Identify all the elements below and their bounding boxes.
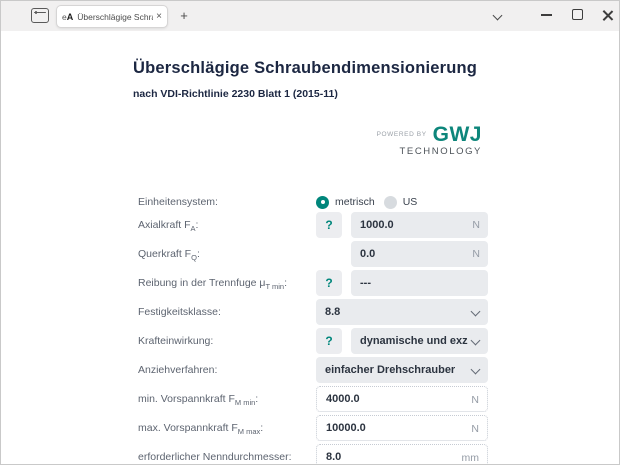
chevron-down-icon [471, 365, 481, 375]
form-row: Anziehverfahren: einfacher Drehschrauber [138, 357, 488, 383]
output-value: 8.0 [326, 445, 341, 465]
technology-label: TECHNOLOGY [372, 146, 482, 157]
eassistant-favicon: eA [62, 12, 73, 22]
radio-selected-icon [316, 196, 329, 209]
output-value: 10000.0 [326, 416, 366, 440]
tightening-method-select[interactable]: einfacher Drehschrauber [316, 357, 488, 383]
chevron-down-icon [471, 307, 481, 317]
min-preload-output: 4000.0 N [316, 386, 488, 412]
field-label: Axialkraft FA: [138, 212, 198, 238]
tab-close-icon[interactable]: × [156, 12, 162, 22]
form-row: Krafteinwirkung: ? dynamische und exzent [138, 328, 488, 354]
shear-force-input[interactable] [351, 241, 488, 267]
field-label: Festigkeitsklasse: [138, 299, 221, 325]
form-row: Axialkraft FA: ? N [138, 212, 488, 238]
browser-tab[interactable]: eA Überschlägige Schraubendimen × [56, 5, 168, 28]
tab-overview-icon[interactable] [31, 8, 49, 23]
unit-label: N [472, 212, 480, 238]
input-field: N [351, 241, 488, 267]
page-title: Überschlägige Schraubendimensionierung [133, 59, 477, 78]
select-value: einfacher Drehschrauber [325, 357, 468, 383]
friction-input[interactable] [351, 270, 488, 296]
radio-unselected-icon [384, 196, 397, 209]
close-icon[interactable] [601, 7, 615, 23]
radio-metric[interactable]: metrisch [316, 196, 375, 209]
input-field: N [351, 212, 488, 238]
tab-list-chevron-icon[interactable] [490, 9, 506, 23]
help-button[interactable]: ? [316, 270, 342, 296]
unit-label: N [471, 416, 479, 442]
help-button[interactable]: ? [316, 212, 342, 238]
form-row: Reibung in der Trennfuge μT min: ? [138, 270, 488, 296]
axial-force-input[interactable] [351, 212, 488, 238]
select-value: 8.8 [325, 299, 468, 325]
unit-label: N [472, 241, 480, 267]
help-button[interactable]: ? [316, 328, 342, 354]
powered-by-label: POWERED BY [377, 131, 427, 138]
output-value: 4000.0 [326, 387, 360, 411]
tab-title: Überschlägige Schraubendimen [77, 12, 153, 22]
load-type-select[interactable]: dynamische und exzent [351, 328, 488, 354]
unit-label: mm [462, 445, 480, 465]
field-label: Reibung in der Trennfuge μT min: [138, 270, 287, 296]
minimize-icon[interactable] [541, 14, 552, 16]
field-label: min. Vorspannkraft FM min: [138, 386, 258, 412]
field-label: erforderlicher Nenndurchmesser: [138, 444, 292, 465]
gwj-technology-logo: POWERED BY GWJ TECHNOLOGY [372, 124, 482, 157]
radio-label: metrisch [335, 196, 375, 208]
browser-toolbar: eA Überschlägige Schraubendimen × + [1, 1, 619, 32]
page-content: Überschlägige Schraubendimensionierung n… [1, 31, 619, 464]
chevron-down-icon [471, 336, 481, 346]
form-row: max. Vorspannkraft FM max: 10000.0 N [138, 415, 488, 441]
field-label: Krafteinwirkung: [138, 328, 213, 354]
page-subtitle: nach VDI-Richtlinie 2230 Blatt 1 (2015-1… [133, 88, 338, 100]
field-label: Querkraft FQ: [138, 241, 200, 267]
strength-class-select[interactable]: 8.8 [316, 299, 488, 325]
form-row: Querkraft FQ: N [138, 241, 488, 267]
nominal-diameter-output: 8.0 mm [316, 444, 488, 465]
select-value: dynamische und exzent [360, 328, 468, 354]
unit-system-radio-group: metrisch US [316, 192, 417, 212]
radio-label: US [403, 196, 418, 208]
radio-us[interactable]: US [384, 196, 418, 209]
form-row: erforderlicher Nenndurchmesser: 8.0 mm [138, 444, 488, 465]
form-row: min. Vorspannkraft FM min: 4000.0 N [138, 386, 488, 412]
field-label: max. Vorspannkraft FM max: [138, 415, 263, 441]
max-preload-output: 10000.0 N [316, 415, 488, 441]
gwj-logo-icon: GWJ [433, 124, 482, 145]
new-tab-button[interactable]: + [174, 6, 194, 26]
maximize-icon[interactable] [572, 9, 583, 20]
field-label: Anziehverfahren: [138, 357, 217, 383]
browser-window: eA Überschlägige Schraubendimen × + Über… [0, 0, 620, 465]
unit-label: N [471, 387, 479, 413]
form-row: Festigkeitsklasse: 8.8 [138, 299, 488, 325]
input-field [351, 270, 488, 296]
